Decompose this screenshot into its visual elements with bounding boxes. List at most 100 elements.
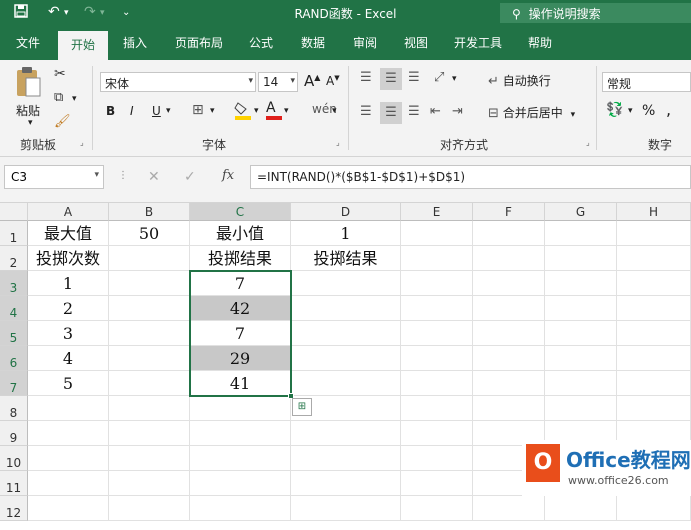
cell-e7[interactable] [401,371,473,396]
tab-help[interactable]: 帮助 [520,27,560,60]
row-header-12[interactable]: 12 [0,496,28,521]
cell-f12[interactable] [473,496,545,521]
cell-f7[interactable] [473,371,545,396]
cell-h7[interactable] [617,371,691,396]
cell-h12[interactable] [617,496,691,521]
column-header-e[interactable]: E [401,203,473,221]
copy-dropdown-icon[interactable]: ▾ [72,94,77,104]
increase-indent-icon[interactable]: ⇥ [452,104,463,119]
cell-g4[interactable] [545,296,617,321]
cell-f3[interactable] [473,271,545,296]
cell-a12[interactable] [28,496,109,521]
cell-d3[interactable] [291,271,401,296]
column-header-a[interactable]: A [28,203,109,221]
column-header-b[interactable]: B [109,203,190,221]
cell-e9[interactable] [401,421,473,446]
paste-button[interactable] [14,66,42,101]
check-icon[interactable]: ✓ [184,169,196,185]
fx-icon[interactable]: fx [222,168,234,183]
underline-button[interactable]: U [152,104,161,118]
cell-e1[interactable] [401,221,473,246]
cell-d5[interactable] [291,321,401,346]
cell-e12[interactable] [401,496,473,521]
cell-h3[interactable] [617,271,691,296]
cell-b8[interactable] [109,396,190,421]
row-header-7[interactable]: 7 [0,371,28,396]
cell-e2[interactable] [401,246,473,271]
cell-g5[interactable] [545,321,617,346]
cell-d6[interactable] [291,346,401,371]
cell-a1[interactable]: 最大值 [28,221,109,246]
cell-b3[interactable] [109,271,190,296]
font-color-button[interactable]: A [266,100,282,120]
cell-g7[interactable] [545,371,617,396]
cell-c12[interactable] [190,496,291,521]
row-header-2[interactable]: 2 [0,246,28,271]
row-header-1[interactable]: 1 [0,221,28,246]
tab-formulas[interactable]: 公式 [240,27,282,60]
borders-dropdown-icon[interactable]: ▾ [210,106,215,116]
row-header-4[interactable]: 4 [0,296,28,321]
cell-e4[interactable] [401,296,473,321]
cell-a11[interactable] [28,471,109,496]
font-color-dropdown-icon[interactable]: ▾ [284,106,289,116]
cell-b4[interactable] [109,296,190,321]
cell-b10[interactable] [109,446,190,471]
cell-c2[interactable]: 投掷结果 [190,246,291,271]
select-all-corner[interactable] [0,203,28,221]
cell-b12[interactable] [109,496,190,521]
row-header-11[interactable]: 11 [0,471,28,496]
percent-button[interactable]: % [642,103,655,119]
cell-d9[interactable] [291,421,401,446]
orientation-dropdown-icon[interactable]: ▾ [452,74,457,84]
name-box[interactable]: C3 ▾ [4,165,104,189]
cell-c1[interactable]: 最小值 [190,221,291,246]
cell-g6[interactable] [545,346,617,371]
cell-h2[interactable] [617,246,691,271]
cell-a3[interactable]: 1 [28,271,109,296]
cell-d2[interactable]: 投掷结果 [291,246,401,271]
orientation-icon[interactable]: ⤢ [434,70,444,85]
align-center-icon[interactable]: ☰ [380,102,402,124]
cell-h5[interactable] [617,321,691,346]
tab-review[interactable]: 审阅 [344,27,386,60]
row-header-3[interactable]: 3 [0,271,28,296]
cell-a6[interactable]: 4 [28,346,109,371]
cell-f4[interactable] [473,296,545,321]
cell-c4[interactable]: 42 [190,296,291,321]
cell-d12[interactable] [291,496,401,521]
merge-center-button[interactable]: ⊟ 合并后居中 ▾ [488,104,575,121]
formula-input[interactable]: =INT(RAND()*($B$1-$D$1)+$D$1) [250,165,691,189]
align-middle-icon[interactable]: ☰ [380,68,402,90]
cell-c8[interactable] [190,396,291,421]
dialog-launcher-icon[interactable]: ⌟ [80,138,84,147]
decrease-indent-icon[interactable]: ⇤ [430,104,441,119]
bold-button[interactable]: B [106,104,115,118]
cell-b6[interactable] [109,346,190,371]
quick-analysis-icon[interactable]: ⊞ [292,398,312,416]
cell-f2[interactable] [473,246,545,271]
column-header-c[interactable]: C [190,203,291,221]
cell-e11[interactable] [401,471,473,496]
cell-c10[interactable] [190,446,291,471]
cell-c6[interactable]: 29 [190,346,291,371]
cell-d4[interactable] [291,296,401,321]
cell-e10[interactable] [401,446,473,471]
cell-c3[interactable]: 7 [190,271,291,296]
cell-c9[interactable] [190,421,291,446]
cell-f5[interactable] [473,321,545,346]
currency-icon[interactable]: 💱 [606,102,623,118]
cell-b11[interactable] [109,471,190,496]
cell-b9[interactable] [109,421,190,446]
align-bottom-icon[interactable]: ☰ [408,70,420,85]
cell-f6[interactable] [473,346,545,371]
cell-e3[interactable] [401,271,473,296]
copy-icon[interactable]: ⧉ [54,90,63,105]
cell-d10[interactable] [291,446,401,471]
comma-button[interactable]: , [666,100,671,119]
row-header-8[interactable]: 8 [0,396,28,421]
cell-d7[interactable] [291,371,401,396]
italic-button[interactable]: I [130,104,134,118]
cell-e5[interactable] [401,321,473,346]
align-right-icon[interactable]: ☰ [408,104,420,119]
